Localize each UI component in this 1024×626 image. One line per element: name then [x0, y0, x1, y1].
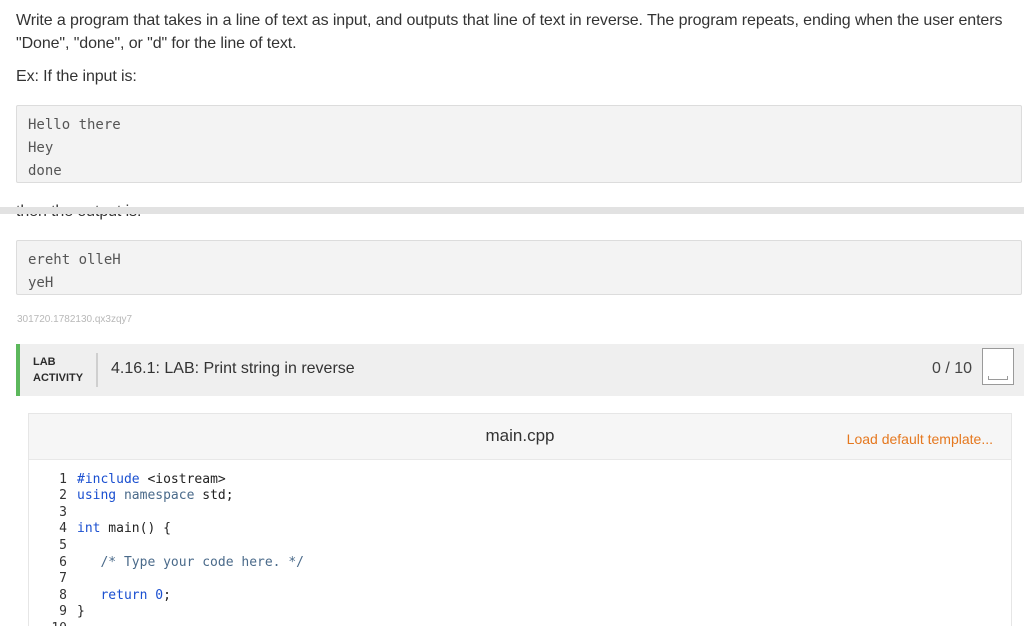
example-input-box: Hello there Hey done: [16, 105, 1022, 183]
lab-score: 0 / 10: [931, 360, 972, 377]
code-line: int main() {: [77, 521, 171, 536]
code-editor[interactable]: 1 2 3 4 5 6 7 8 9 10 #include <iostream>…: [29, 459, 1011, 626]
line-number-gutter: 1 2 3 4 5 6 7 8 9 10: [29, 460, 71, 626]
line-number: 2: [59, 488, 67, 503]
instructions-paragraph: Write a program that takes in a line of …: [16, 12, 1003, 52]
line-number: 10: [37, 620, 67, 626]
lab-activity-tag: LAB ACTIVITY: [33, 354, 83, 386]
line-number: 7: [59, 571, 67, 586]
example-output-line: yeH: [28, 275, 54, 291]
line-number: 6: [59, 555, 67, 570]
problem-id: 301720.1782130.qx3zqy7: [17, 314, 133, 325]
line-number: 8: [59, 588, 67, 603]
example-input-line: done: [28, 163, 62, 179]
load-default-template-link[interactable]: Load default template...: [847, 431, 993, 447]
example-input-line: Hey: [28, 140, 54, 156]
line-number: 5: [59, 538, 67, 553]
code-line: }: [77, 604, 85, 619]
code-line: using namespace std;: [77, 488, 234, 503]
lab-tag-line: LAB: [33, 356, 56, 368]
line-number: 9: [59, 604, 67, 619]
line-number: 4: [59, 521, 67, 536]
example-input-line: Hello there: [28, 117, 121, 133]
horizontal-scrollbar[interactable]: [0, 207, 1024, 214]
example-input-label: Ex: If the input is:: [16, 68, 137, 85]
example-output-line: ereht olleH: [28, 252, 121, 268]
line-number: 3: [59, 505, 67, 520]
score-box-icon: [982, 348, 1014, 385]
code-editor-panel: main.cpp Load default template... 1 2 3 …: [28, 413, 1012, 626]
code-line: #include <iostream>: [77, 472, 226, 487]
lab-tag-line: ACTIVITY: [33, 372, 84, 384]
code-line: /* Type your code here. */: [100, 555, 304, 570]
example-output-box: ereht olleH yeH: [16, 240, 1022, 295]
header-divider: [96, 353, 98, 387]
code-line: return 0;: [100, 588, 171, 603]
lab-activity-header: LAB ACTIVITY 4.16.1: LAB: Print string i…: [16, 344, 1024, 396]
lab-title: 4.16.1: LAB: Print string in reverse: [111, 360, 355, 377]
line-number: 1: [59, 472, 67, 487]
